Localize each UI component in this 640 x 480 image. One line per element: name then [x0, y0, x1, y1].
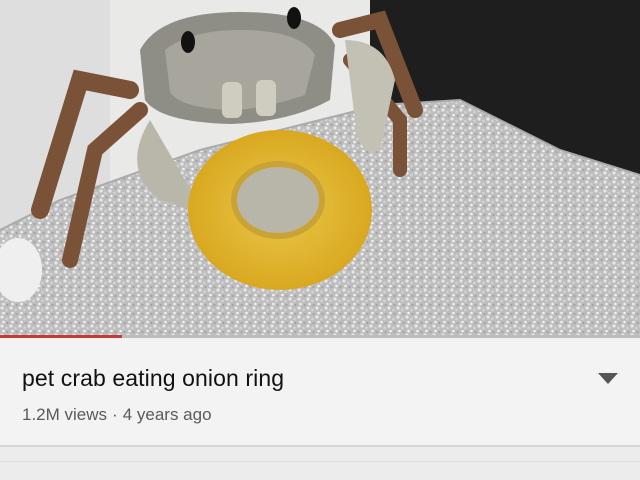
video-meta: 1.2M views · 4 years ago: [22, 405, 212, 425]
view-count: 1.2M views: [22, 405, 108, 424]
divider-line: [0, 461, 640, 462]
video-player[interactable]: [0, 0, 640, 338]
next-section: [0, 447, 640, 480]
meta-separator: ·: [112, 405, 118, 424]
progress-fill: [0, 335, 122, 338]
upload-age: 4 years ago: [122, 405, 212, 424]
video-info-panel: pet crab eating onion ring 1.2M views · 4 …: [0, 339, 640, 445]
chevron-down-icon: [598, 373, 618, 384]
video-frame: [0, 0, 640, 338]
video-title[interactable]: pet crab eating onion ring: [22, 365, 284, 392]
expand-description-button[interactable]: [592, 369, 624, 389]
progress-bar[interactable]: [0, 335, 640, 338]
